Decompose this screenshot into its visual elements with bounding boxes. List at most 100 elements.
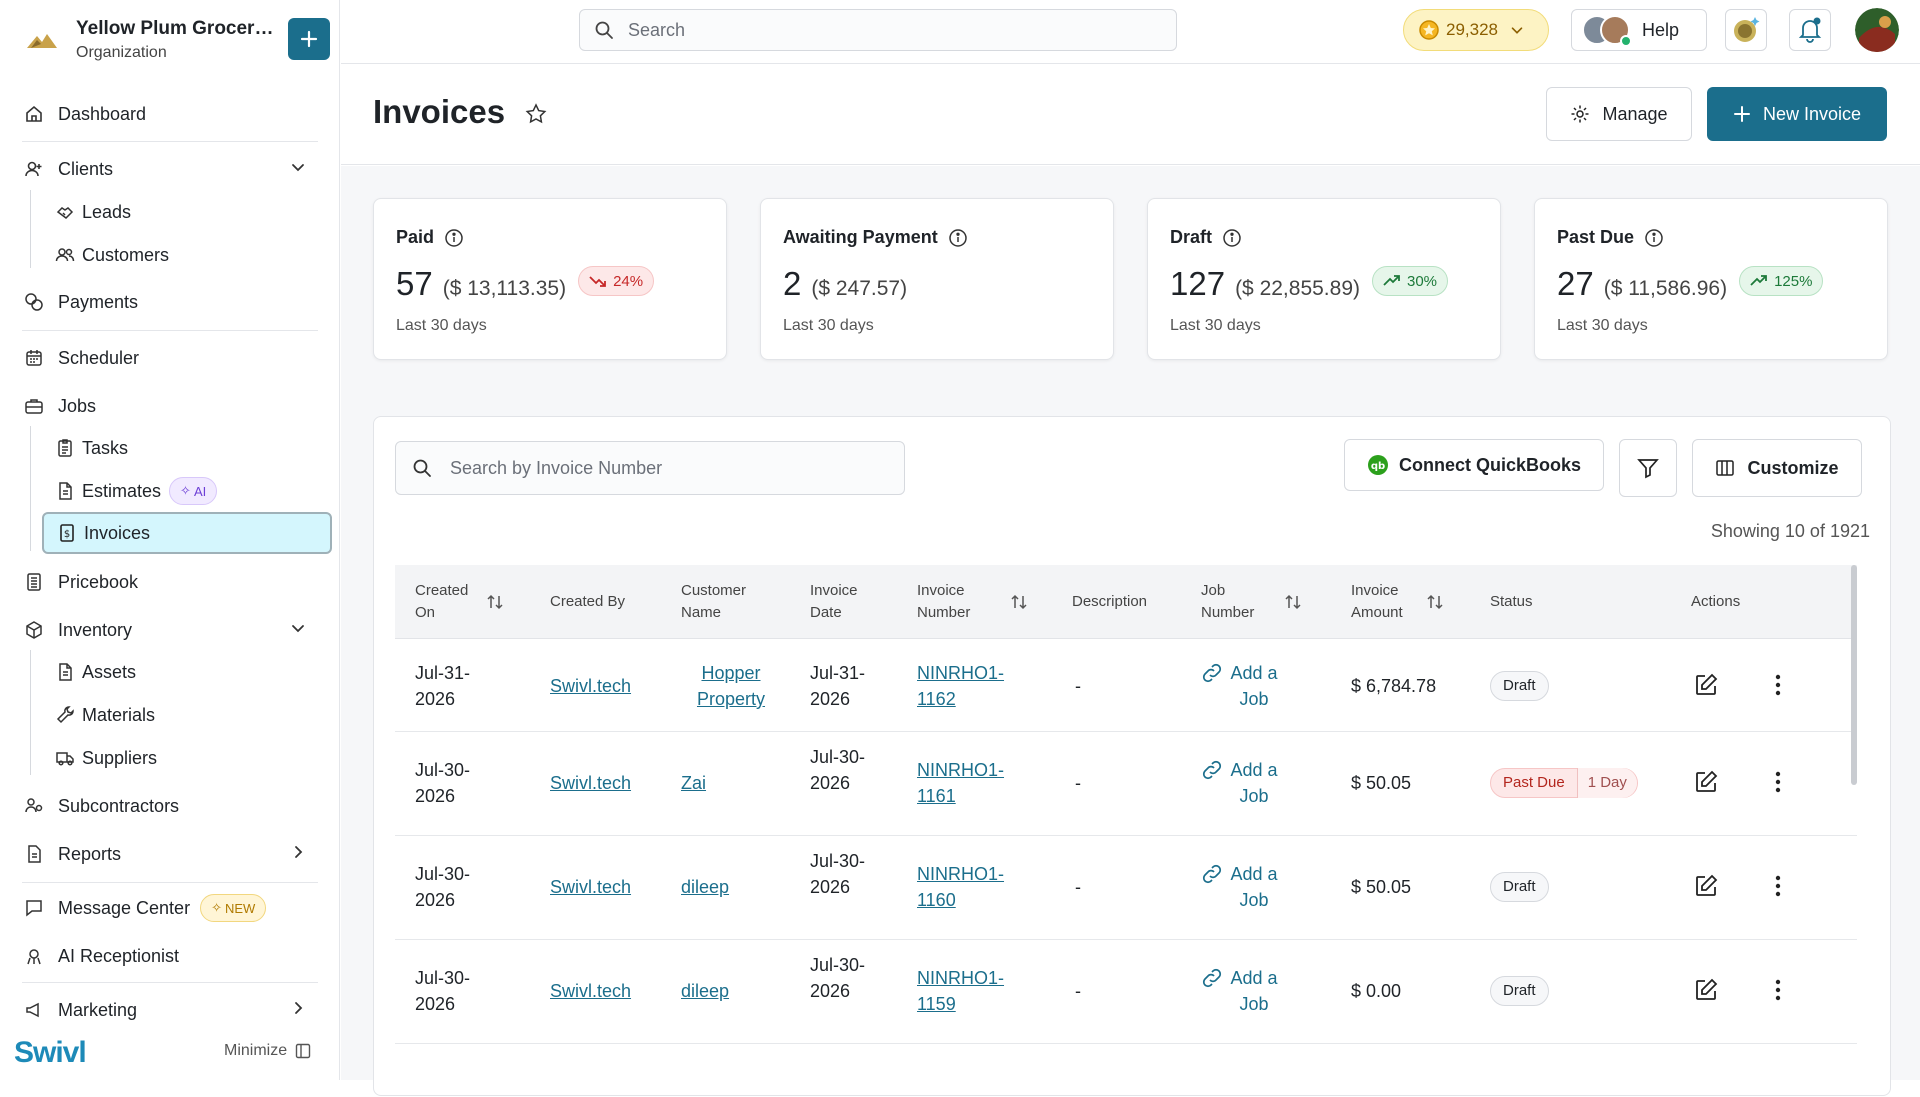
info-icon[interactable] (1222, 228, 1242, 248)
more-options-button[interactable] (1765, 977, 1791, 1003)
edit-button[interactable] (1693, 769, 1719, 795)
add-job-link[interactable]: Add a Job (1201, 757, 1279, 809)
invoice-number-link[interactable]: NINRHO1-1160 (917, 861, 1007, 913)
nav-message-center[interactable]: Message Center ✧ NEW (22, 888, 318, 928)
help-label: Help (1642, 19, 1680, 40)
manage-button[interactable]: Manage (1546, 87, 1692, 141)
nav-assets[interactable]: Assets (54, 652, 324, 692)
table-row[interactable]: Jul-30-2026 Swivl.tech Zai Jul-30-2026 N… (395, 733, 1857, 836)
edit-button[interactable] (1693, 873, 1719, 899)
user-avatar[interactable] (1855, 8, 1899, 52)
filter-button[interactable] (1619, 439, 1677, 497)
chevron-down-icon[interactable] (288, 157, 308, 177)
help-button[interactable]: Help (1571, 9, 1707, 51)
nav-marketing[interactable]: Marketing (22, 990, 318, 1030)
customize-button[interactable]: Customize (1692, 439, 1862, 497)
nav-label: Inventory (58, 619, 133, 640)
col-created-on[interactable]: Created On (415, 565, 505, 639)
edit-button[interactable] (1693, 977, 1719, 1003)
rewards-button[interactable] (1725, 9, 1767, 51)
cell-status: Draft (1490, 671, 1549, 701)
nav-tasks[interactable]: Tasks (54, 428, 324, 468)
global-search-input[interactable]: Search (579, 9, 1177, 51)
nav-label: Customers (82, 244, 170, 265)
created-by-link[interactable]: Swivl.tech (550, 874, 631, 900)
nav-label: Clients (58, 158, 114, 179)
created-by-link[interactable]: Swivl.tech (550, 673, 631, 699)
nav-estimates[interactable]: Estimates ✧ AI (54, 471, 324, 511)
invoice-number-link[interactable]: NINRHO1-1161 (917, 757, 1007, 809)
nav-jobs[interactable]: Jobs (22, 386, 318, 426)
chevron-right-icon[interactable] (288, 842, 308, 862)
cell-job: Add a Job (1201, 757, 1279, 809)
connect-quickbooks-button[interactable]: qb Connect QuickBooks (1344, 439, 1604, 491)
invoice-icon: $ (56, 522, 78, 544)
created-by-link[interactable]: Swivl.tech (550, 978, 631, 1004)
sort-icon[interactable] (1009, 592, 1029, 612)
favorite-star-icon[interactable] (525, 103, 547, 125)
invoice-number-link[interactable]: NINRHO1-1162 (917, 660, 1007, 712)
nav-inventory[interactable]: Inventory (22, 610, 318, 650)
nav-leads[interactable]: Leads (54, 192, 324, 232)
table-scrollbar[interactable] (1851, 565, 1857, 785)
link-icon (1201, 967, 1223, 989)
more-options-button[interactable] (1765, 769, 1791, 795)
nav-customers[interactable]: Customers (54, 235, 324, 275)
org-switcher[interactable]: Yellow Plum Grocers... Organization (22, 14, 332, 66)
cell-job: Add a Job (1201, 660, 1279, 712)
edit-button[interactable] (1693, 672, 1719, 698)
customer-link[interactable]: dileep (681, 874, 729, 900)
nav-reports[interactable]: Reports (22, 834, 318, 874)
add-job-link[interactable]: Add a Job (1201, 861, 1279, 913)
nav-ai-receptionist[interactable]: AI Receptionist (22, 936, 318, 976)
stat-card-paid[interactable]: Paid 57 ($ 13,113.35) 24% Last 30 days (373, 198, 727, 360)
customer-link[interactable]: Hopper Property (681, 660, 781, 712)
quick-add-button[interactable] (288, 18, 330, 60)
table-row[interactable]: Jul-30-2026 Swivl.tech dileep Jul-30-202… (395, 941, 1857, 1044)
invoice-search-input[interactable]: Search by Invoice Number (395, 441, 905, 495)
invoice-number-link[interactable]: NINRHO1-1159 (917, 965, 1007, 1017)
nav-label: Pricebook (58, 571, 139, 592)
minimize-sidebar-button[interactable]: Minimize (224, 1042, 311, 1060)
table-row[interactable]: Jul-31-2026 Swivl.tech Hopper Property J… (395, 640, 1857, 732)
nav-scheduler[interactable]: Scheduler (22, 338, 318, 378)
col-job-number[interactable]: Job Number (1201, 565, 1321, 639)
coins-balance-button[interactable]: 29,328 (1403, 9, 1549, 51)
col-invoice-amount[interactable]: Invoice Amount (1351, 565, 1471, 639)
nav-materials[interactable]: Materials (54, 695, 324, 735)
stat-card-awaiting-payment[interactable]: Awaiting Payment 2 ($ 247.57) Last 30 da… (760, 198, 1114, 360)
nav-pricebook[interactable]: Pricebook (22, 562, 318, 602)
sort-icon[interactable] (485, 592, 505, 612)
stat-card-past-due[interactable]: Past Due 27 ($ 11,586.96) 125% Last 30 d… (1534, 198, 1888, 360)
customer-link[interactable]: Zai (681, 770, 706, 796)
stat-card-draft[interactable]: Draft 127 ($ 22,855.89) 30% Last 30 days (1147, 198, 1501, 360)
sidebar-toggle-icon (295, 1043, 311, 1059)
info-icon[interactable] (1644, 228, 1664, 248)
add-job-link[interactable]: Add a Job (1201, 965, 1279, 1017)
more-vertical-icon (1775, 979, 1781, 1001)
sort-icon[interactable] (1283, 592, 1303, 612)
nav-clients[interactable]: Clients (22, 149, 318, 189)
stat-period: Last 30 days (1170, 317, 1261, 334)
customer-link[interactable]: dileep (681, 978, 729, 1004)
nav-dashboard[interactable]: Dashboard (22, 94, 318, 134)
nav-suppliers[interactable]: Suppliers (54, 738, 324, 778)
chevron-down-icon[interactable] (288, 618, 308, 638)
manage-label: Manage (1602, 103, 1668, 124)
sort-icon[interactable] (1425, 592, 1445, 612)
new-invoice-button[interactable]: New Invoice (1707, 87, 1887, 141)
more-options-button[interactable] (1765, 873, 1791, 899)
chevron-right-icon[interactable] (288, 998, 308, 1018)
nav-subcontractors[interactable]: Subcontractors (22, 786, 318, 826)
table-row[interactable]: Jul-30-2026 Swivl.tech dileep Jul-30-202… (395, 837, 1857, 940)
info-icon[interactable] (444, 228, 464, 248)
nav-invoices[interactable]: $ Invoices (42, 512, 332, 554)
col-invoice-number[interactable]: Invoice Number (917, 565, 1047, 639)
notifications-button[interactable] (1789, 9, 1831, 51)
add-job-link[interactable]: Add a Job (1201, 660, 1279, 712)
created-by-link[interactable]: Swivl.tech (550, 770, 631, 796)
nav-payments[interactable]: Payments (22, 282, 318, 322)
info-icon[interactable] (948, 228, 968, 248)
more-options-button[interactable] (1765, 672, 1791, 698)
stat-label: Draft (1170, 227, 1213, 247)
